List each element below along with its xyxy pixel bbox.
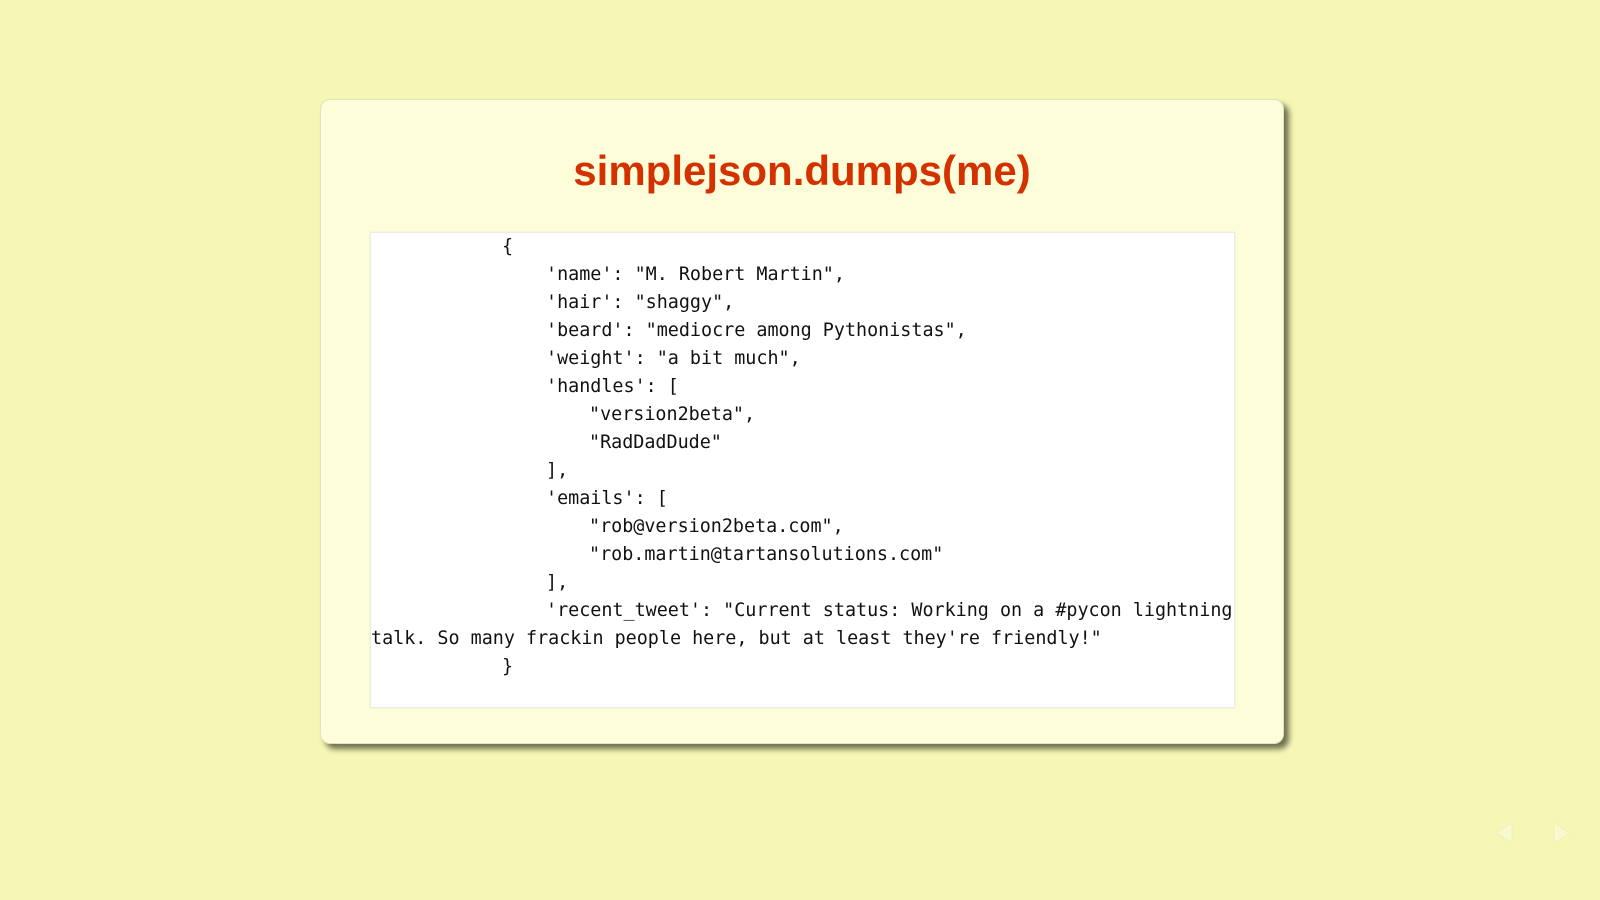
code-line: { [502, 236, 514, 257]
code-line: 'beard': "mediocre among Pythonistas", [546, 320, 967, 341]
triangle-right-icon [1553, 822, 1571, 844]
code-line: "rob@version2beta.com", [589, 516, 844, 537]
slide: simplejson.dumps(me) { 'name': "M. Rober… [320, 99, 1284, 744]
triangle-left-icon [1495, 822, 1513, 844]
code-block: { 'name': "M. Robert Martin", 'hair': "s… [370, 232, 1235, 708]
code-line: 'emails': [ [546, 488, 668, 509]
code-line: 'recent_tweet': "Current status: Working… [546, 600, 1233, 621]
code-line: "RadDadDude" [589, 432, 722, 453]
slide-title: simplejson.dumps(me) [573, 147, 1031, 194]
previous-slide-button[interactable] [1490, 818, 1518, 848]
code-line: ], [546, 572, 569, 593]
code-line: "version2beta", [589, 404, 756, 425]
code-line: } [502, 656, 514, 677]
code-line: 'name': "M. Robert Martin", [546, 264, 845, 285]
code-line: 'hair': "shaggy", [546, 292, 735, 313]
code-line: 'handles': [ [546, 376, 679, 397]
code-line: "rob.martin@tartansolutions.com" [589, 544, 944, 565]
code-line: ], [546, 460, 569, 481]
presentation-stage: simplejson.dumps(me) { 'name': "M. Rober… [0, 0, 1600, 900]
next-slide-button[interactable] [1548, 818, 1576, 848]
code-line: talk. So many frackin people here, but a… [371, 628, 1102, 649]
code-line: 'weight': "a bit much", [546, 348, 801, 369]
